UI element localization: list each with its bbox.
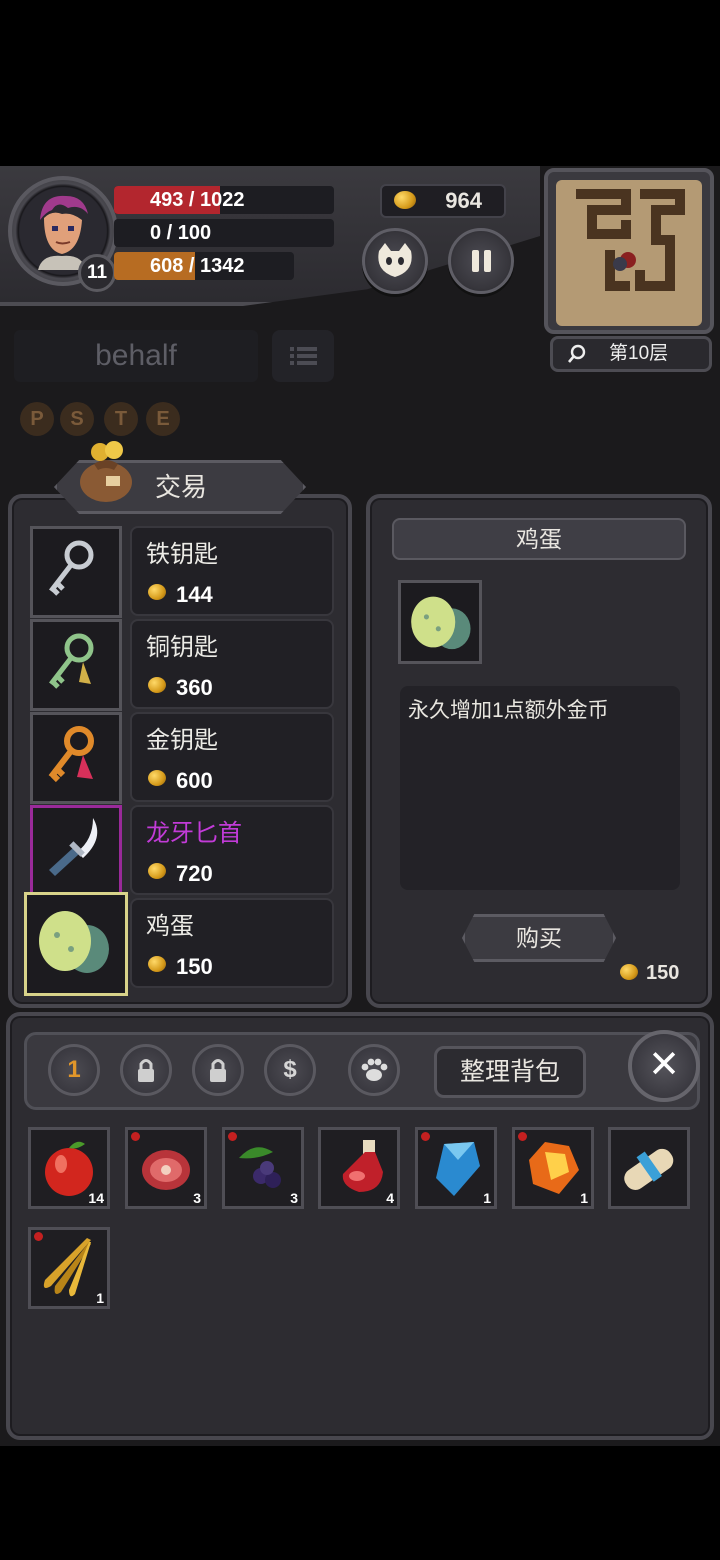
gold-coin-icon [394,191,416,209]
detail-price-value: 150 [646,962,680,984]
gold-key-icon [30,712,122,804]
cat-face-icon [378,243,412,277]
minimap-view [556,180,702,326]
gold-coin-icon [620,964,638,980]
slot-count: 3 [193,1190,201,1206]
slot-count: 3 [290,1190,298,1206]
hp-bar: 493 / 1022 [114,186,334,214]
level-badge: 11 [78,254,116,292]
item-price: 150 [176,954,213,979]
shop-item-row[interactable]: 龙牙匕首 720 [30,805,334,897]
exp-text: 608 / 1342 [150,255,245,277]
egg-icon [398,580,482,664]
inventory-tab-locked[interactable] [192,1044,244,1096]
mp-bar: 0 / 100 [114,219,334,247]
minimap[interactable] [544,168,714,334]
item-price: 600 [176,768,213,793]
inventory-slot[interactable]: 4 [318,1127,400,1209]
hp-text: 493 / 1022 [150,189,245,211]
slot-count: 1 [580,1190,588,1206]
minimap-layout [576,189,685,291]
slot-count: 14 [88,1190,104,1206]
inventory-slot[interactable] [608,1127,690,1209]
rune-stone: P [20,402,54,436]
lock-icon [138,1059,154,1082]
paw-icon [361,1058,388,1081]
money-bag-icon [80,441,132,502]
inventory-tab-pet[interactable] [348,1044,400,1096]
gold-counter: 964 [380,184,506,218]
inventory-slot[interactable]: 14 [28,1127,110,1209]
detail-description: 永久增加1点额外金币 [400,686,680,890]
gold-coin-icon [148,584,166,600]
rune-stone: E [146,402,180,436]
gold-coin-icon [148,677,166,693]
item-name: 铁钥匙 [146,541,218,568]
inventory-tab-locked[interactable] [120,1044,172,1096]
dragon-fang-dagger-icon [30,805,122,897]
detail-price: 150 [620,958,690,988]
buy-button[interactable]: 购买 [462,914,616,962]
shop-item-row[interactable]: 铜钥匙 360 [30,619,334,711]
rune-stone: T [104,402,138,436]
gold-coin-icon [148,956,166,972]
item-price: 360 [176,675,213,700]
pause-button[interactable] [448,228,514,294]
iron-key-icon [30,526,122,618]
inventory-slot[interactable]: 1 [512,1127,594,1209]
item-price: 144 [176,582,213,607]
slot-count: 4 [386,1190,394,1206]
shop-item-row[interactable]: 金钥匙 600 [30,712,334,804]
sort-inventory-button[interactable]: 整理背包 [434,1046,586,1098]
gold-coin-icon [148,770,166,786]
gold-amount: 964 [445,188,482,213]
pet-button[interactable] [362,228,428,294]
detail-title: 鸡蛋 [392,518,686,560]
copper-key-icon [30,619,122,711]
slot-count: 1 [483,1190,491,1206]
mp-text: 0 / 100 [150,222,212,244]
shop-item-row[interactable]: 铁钥匙 144 [30,526,334,618]
inventory-slot[interactable]: 1 [415,1127,497,1209]
rune-stone: S [60,402,94,436]
item-name: 龙牙匕首 [146,820,242,847]
scroll-icon [624,1148,674,1190]
exp-bar: 608 / 1342 [114,252,294,280]
inventory-slot[interactable]: 3 [125,1127,207,1209]
trade-title: 交易 [155,472,208,502]
list-icon [290,347,317,365]
inventory-tab-1[interactable]: 1 [48,1044,100,1096]
chat-input[interactable]: behalf [14,330,258,382]
inventory-tab-gold[interactable]: $ [264,1044,316,1096]
lock-icon [210,1059,226,1082]
slot-count: 1 [96,1290,104,1306]
pause-icon [472,250,491,272]
search-icon [568,344,586,363]
item-name: 铜钥匙 [146,634,218,661]
floor-label: 第10层 [609,343,669,364]
item-name: 金钥匙 [146,727,218,754]
egg-icon [24,892,128,996]
close-button[interactable]: ✕ [628,1030,700,1102]
menu-list-button[interactable] [272,330,334,382]
item-name: 鸡蛋 [146,913,194,940]
shop-item-row-selected[interactable]: 鸡蛋 150 [24,892,334,996]
gold-coin-icon [148,863,166,879]
inventory-slot[interactable]: 3 [222,1127,304,1209]
item-price: 720 [176,861,213,886]
inventory-slot[interactable]: 1 [28,1227,110,1309]
floor-indicator[interactable]: 第10层 [550,336,712,372]
